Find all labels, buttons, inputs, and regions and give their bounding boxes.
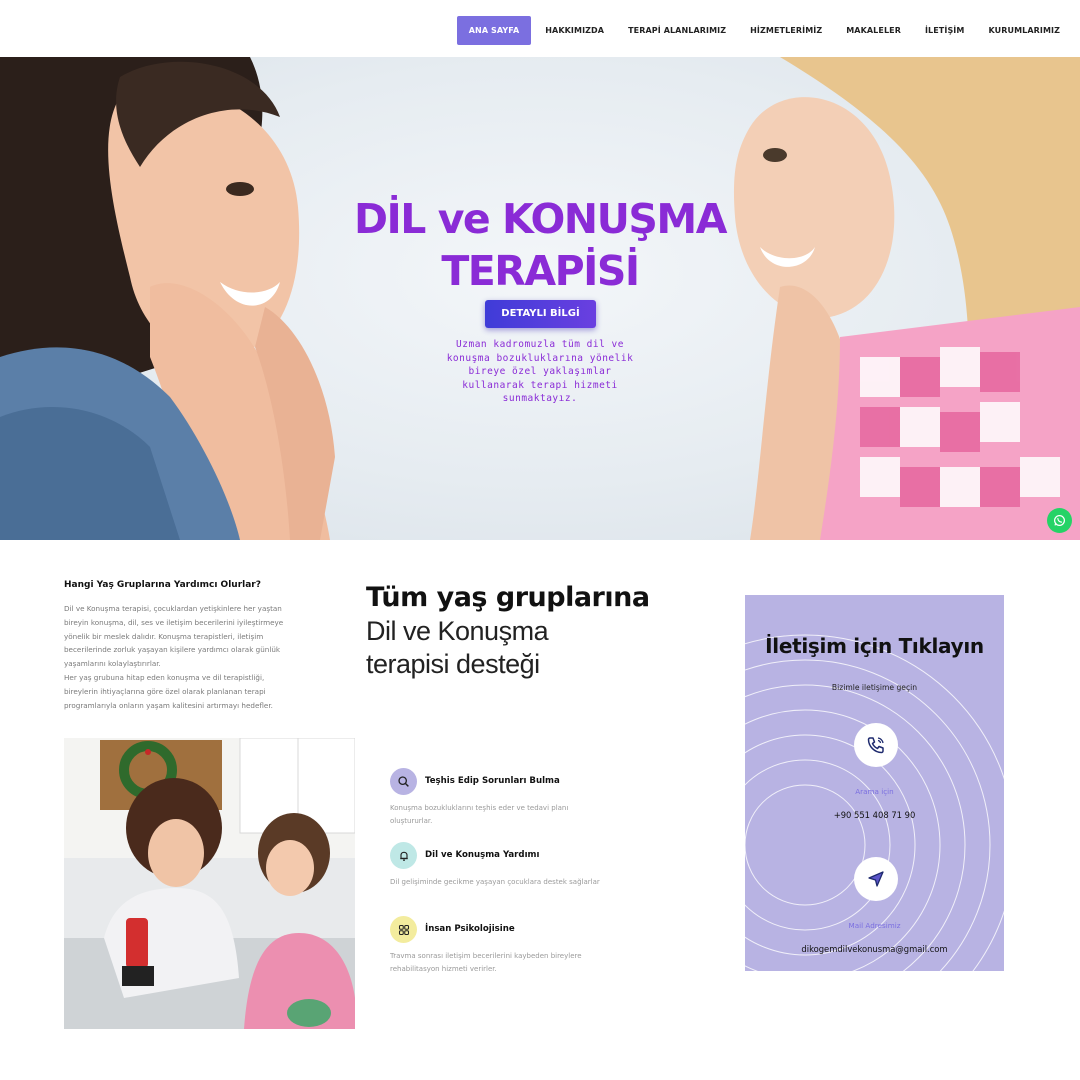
hero-banner: DİL ve KONUŞMA TERAPİSİ DETAYLI BİLGİ Uz…: [0, 57, 1080, 540]
hero-title: DİL ve KONUŞMA TERAPİSİ: [340, 193, 740, 297]
section-heading-line2: Dil ve Konuşma: [366, 616, 549, 646]
hero-title-line1: DİL ve KONUŞMA: [354, 195, 727, 243]
nav-menu: ANA SAYFA HAKKIMIZDA TERAPİ ALANLARIMIZ …: [456, 16, 1072, 45]
feature-dil-konusma: Dil ve Konuşma Yardımı Dil gelişiminde g…: [390, 842, 670, 902]
send-icon: [868, 871, 884, 887]
feature-dil-konusma-desc: Dil gelişiminde gecikme yaşayan çocuklar…: [390, 878, 600, 886]
bell-icon: [399, 851, 408, 861]
nav-item-ana-sayfa[interactable]: ANA SAYFA: [456, 16, 532, 45]
feature-teshis-title: Teşhis Edip Sorunları Bulma: [425, 776, 560, 786]
whatsapp-icon: [1054, 515, 1065, 526]
contact-card-subtitle: Bizimle iletişime geçin: [831, 683, 918, 692]
feature-psikoloji: İnsan Psikolojisine Travma sonrası ileti…: [390, 916, 670, 986]
feature-psikoloji-icon-wrap: [390, 916, 417, 943]
detayli-bilgi-button[interactable]: DETAYLI BİLGİ: [485, 300, 596, 328]
feature-teshis: Teşhis Edip Sorunları Bulma Konuşma bozu…: [390, 768, 670, 828]
feature-teshis-icon-wrap: [390, 768, 417, 795]
phone-label: Arama için: [855, 787, 894, 796]
call-button[interactable]: [854, 723, 898, 767]
feature-psikoloji-title: İnsan Psikolojisine: [425, 924, 515, 934]
phone-number[interactable]: +90 551 408 71 90: [745, 810, 1004, 820]
mail-label: Mail Adresimiz: [848, 921, 901, 930]
mail-button[interactable]: [854, 857, 898, 901]
phone-icon: [867, 737, 884, 754]
contact-card: İletişim için Tıklayın Bizimle iletişime…: [745, 595, 1004, 971]
hero-title-line2: TERAPİSİ: [441, 247, 640, 295]
age-groups-text: Dil ve Konuşma terapisi, çocuklardan yet…: [64, 602, 294, 712]
section-heading-line3: terapisi desteği: [366, 649, 540, 679]
age-groups-title: Hangi Yaş Gruplarına Yardımcı Olurlar?: [64, 580, 261, 590]
whatsapp-button[interactable]: [1047, 508, 1072, 533]
section-heading: Tüm yaş gruplarına Dil ve Konuşma terapi…: [366, 581, 686, 681]
nav-item-terapi-alanlarimiz[interactable]: TERAPİ ALANLARIMIZ: [616, 16, 738, 45]
hero-girl-left-image: [0, 57, 335, 540]
magnifier-icon: [398, 776, 409, 787]
nav-item-makaleler[interactable]: MAKALELER: [834, 16, 913, 45]
hero-subtitle: Uzman kadromuzla tüm dil ve konuşma bozu…: [446, 339, 634, 404]
grid-icon: [398, 924, 409, 935]
age-groups-paragraph-1: Dil ve Konuşma terapisi, çocuklardan yet…: [64, 604, 284, 669]
age-groups-paragraph-2: Her yaş grubuna hitap eden konuşma ve di…: [64, 672, 273, 710]
feature-dil-konusma-title: Dil ve Konuşma Yardımı: [425, 850, 540, 860]
nav-item-hakkimizda[interactable]: HAKKIMIZDA: [533, 16, 616, 45]
nav-item-hizmetlerimiz[interactable]: HİZMETLERİMİZ: [738, 16, 834, 45]
top-navigation: ANA SAYFA HAKKIMIZDA TERAPİ ALANLARIMIZ …: [0, 0, 1080, 57]
section-heading-bold: Tüm yaş gruplarına: [366, 582, 650, 613]
nav-item-kurumlarimiz[interactable]: KURUMLARIMIZ: [976, 16, 1072, 45]
feature-teshis-desc: Konuşma bozukluklarını teşhis eder ve te…: [390, 804, 569, 825]
email-address[interactable]: dikogemdilvekonusma@gmail.com: [745, 944, 1004, 954]
hero-girl-right-image: [733, 57, 1080, 540]
feature-dil-konusma-icon-wrap: [390, 842, 417, 869]
nav-item-iletisim[interactable]: İLETİŞİM: [913, 16, 976, 45]
feature-psikoloji-desc: Travma sonrası iletişim becerilerini kay…: [390, 952, 582, 973]
contact-card-title: İletişim için Tıklayın: [765, 634, 984, 658]
therapy-session-photo: [64, 738, 355, 1029]
